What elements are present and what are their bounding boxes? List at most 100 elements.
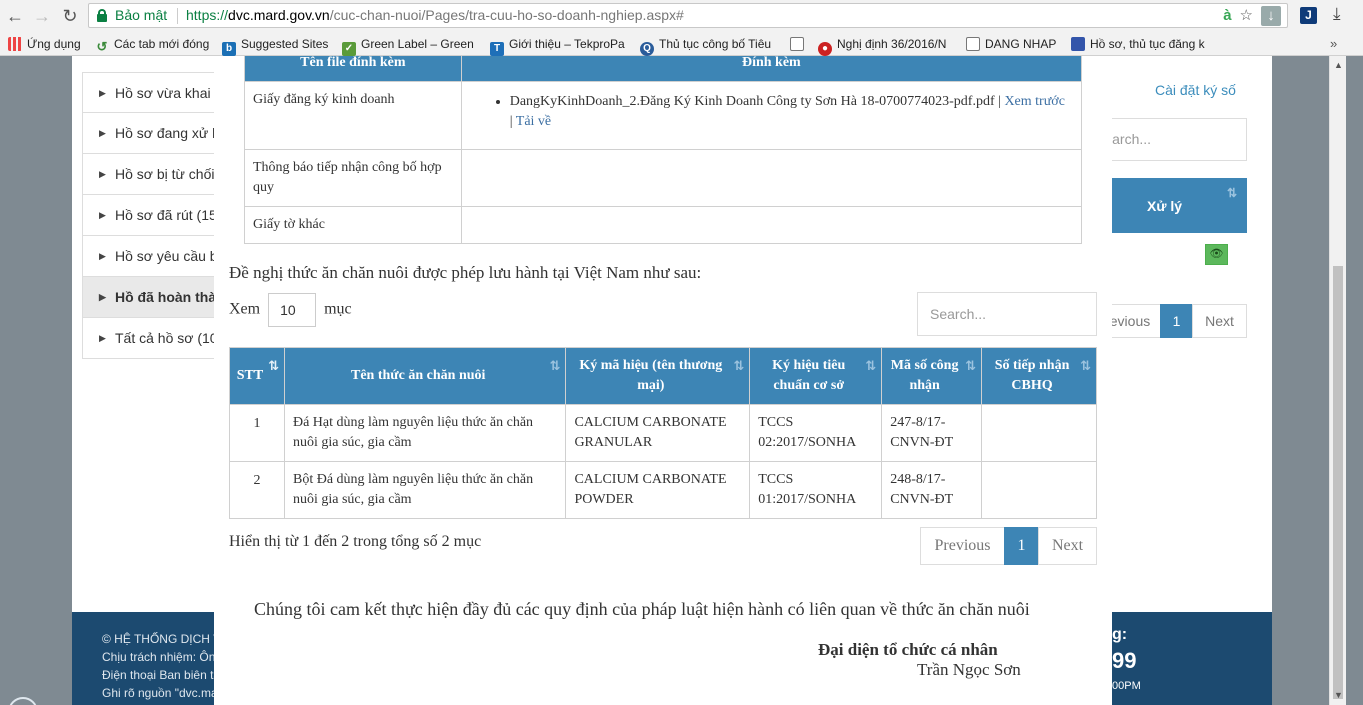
sign-settings-link[interactable]: Cài đặt ký số	[1155, 82, 1236, 98]
url-text[interactable]: https://dvc.mard.gov.vn/cuc-chan-nuoi/Pa…	[186, 4, 684, 27]
column-header-name[interactable]: Tên thức ăn chăn nuôi ⇅	[283, 347, 567, 405]
bookmark-page-1[interactable]	[790, 36, 810, 52]
column-header: Đính kèm	[460, 56, 1083, 82]
separator: |	[994, 94, 1005, 109]
secure-label: Bảo mật	[115, 7, 168, 23]
seal-icon: ●	[818, 42, 832, 56]
star-icon[interactable]: ☆	[1240, 4, 1253, 27]
footer-line: Điện thoại Ban biên tập	[102, 668, 227, 682]
name-cell: Bột Đá dùng làm nguyên liệu thức ăn chăn…	[283, 461, 567, 519]
column-header-code[interactable]: Ký mã hiệu (tên thương mại) ⇅	[565, 347, 751, 405]
representative-label: Đại diện tổ chức cá nhân	[818, 640, 998, 659]
background-next-button[interactable]: Next	[1192, 304, 1247, 338]
sidebar-item-supplement[interactable]: ▶Hồ sơ yêu cầu bổ sung	[82, 236, 232, 277]
sort-icon[interactable]: ⇅	[965, 357, 976, 377]
commitment-text: Chúng tôi cam kết thực hiện đầy đủ các q…	[254, 599, 1030, 619]
caret-right-icon: ▶	[99, 128, 106, 138]
background-page-1-button[interactable]: 1	[1160, 304, 1193, 338]
check-badge-icon: ✓	[342, 42, 356, 56]
scroll-down-icon[interactable]: ▼	[1334, 690, 1343, 700]
lock-icon	[97, 9, 107, 22]
preview-link[interactable]: Xem trước	[1004, 94, 1064, 109]
bookmark-green-label[interactable]: ✓ Green Label – Green F	[342, 36, 477, 56]
file-name: DangKyKinhDoanh_2.Đăng Ký Kinh Doanh Côn…	[509, 94, 995, 109]
extension-j-icon[interactable]: J	[1300, 7, 1317, 24]
download-link[interactable]: Tải về	[516, 114, 551, 129]
translate-icon[interactable]: à	[1223, 4, 1231, 27]
file-cell: DangKyKinhDoanh_2.Đăng Ký Kinh Doanh Côn…	[460, 81, 1083, 150]
view-eye-icon[interactable]: 👁	[1205, 244, 1228, 265]
sort-icon[interactable]: ⇅	[865, 357, 876, 377]
table-row: 2 Bột Đá dùng làm nguyên liệu thức ăn ch…	[229, 461, 1097, 519]
chevron-double-right-icon[interactable]: »	[1330, 36, 1337, 51]
next-button[interactable]: Next	[1038, 527, 1097, 565]
sidebar-item-rejected[interactable]: ▶ Hồ sơ bị từ chối	[82, 154, 232, 195]
footer-hours: 00PM	[1112, 680, 1141, 692]
file-type-cell: Giấy đăng ký kinh doanh	[244, 81, 462, 150]
code-cell: CALCIUM CARBONATE POWDER	[565, 461, 751, 519]
bookmark-recent-tabs[interactable]: ↺ Các tab mới đóng	[95, 36, 215, 54]
bing-icon: b	[222, 42, 236, 56]
scroll-up-icon[interactable]: ▲	[1334, 60, 1343, 70]
stt-cell: 2	[229, 461, 285, 519]
downloads-icon[interactable]: ⤓	[1333, 4, 1341, 24]
attachments-table: Tên file đính kèm Đính kèm Giấy đăng ký …	[244, 56, 1083, 244]
bookmark-tekpro[interactable]: T Giới thiệu – TekproPa	[490, 36, 626, 56]
column-header: Tên file đính kèm	[244, 56, 462, 82]
registration-cell: 247-8/17-CNVN-ĐT	[881, 404, 983, 462]
column-header-cbhq[interactable]: Số tiếp nhận CBHQ ⇅	[981, 347, 1097, 405]
caret-right-icon: ▶	[99, 251, 106, 261]
modal-search-input[interactable]: Search...	[917, 292, 1097, 336]
column-header-stt[interactable]: STT ⇅	[229, 347, 285, 405]
circle-icon	[8, 697, 38, 705]
page-length-suffix: mục	[324, 300, 352, 318]
download-indicator-icon[interactable]: ↓	[1261, 6, 1281, 26]
bookmark-ho-so[interactable]: Hồ sơ, thủ tục đăng k	[1071, 36, 1207, 52]
back-arrow-icon[interactable]: ←	[4, 5, 26, 27]
page-scrollbar[interactable]: ▲ ▼	[1329, 56, 1346, 705]
sort-icon[interactable]: ⇅	[733, 357, 744, 377]
signer-name: Trần Ngọc Sơn	[917, 660, 1021, 679]
sidebar-item-withdrawn[interactable]: ▶ Hồ sơ đã rút (15)	[82, 195, 232, 236]
cbhq-cell	[981, 461, 1097, 519]
sidebar-item-completed[interactable]: ▶ Hồ đã hoàn thành	[82, 277, 232, 318]
sort-icon[interactable]: ⇅	[1227, 186, 1237, 200]
bookmark-dang-nhap[interactable]: DANG NHAP	[966, 36, 1062, 52]
registration-cell: 248-8/17-CNVN-ĐT	[881, 461, 983, 519]
sidebar-item-processing[interactable]: ▶ Hồ sơ đang xử lý	[82, 113, 232, 154]
caret-right-icon: ▶	[99, 333, 106, 343]
caret-right-icon: ▶	[99, 292, 106, 302]
page-length-select[interactable]: 10	[268, 293, 317, 327]
history-icon: ↺	[96, 39, 108, 54]
caret-right-icon: ▶	[99, 210, 106, 220]
column-header-standard[interactable]: Ký hiệu tiêu chuẩn cơ sở ⇅	[749, 347, 883, 405]
page-icon	[966, 37, 980, 51]
caret-right-icon: ▶	[99, 169, 106, 179]
sort-icon[interactable]: ⇅	[550, 357, 561, 377]
q-logo-icon: Q	[640, 42, 654, 56]
background-search-input[interactable]: Search...	[1090, 118, 1247, 161]
bookmark-suggested[interactable]: b Suggested Sites	[222, 36, 334, 56]
bookmarks-bar: Ứng dụng ↺ Các tab mới đóng b Suggested Si…	[0, 32, 1363, 56]
page-1-button[interactable]: 1	[1004, 527, 1039, 565]
address-bar[interactable]: Bảo mật https://dvc.mard.gov.vn/cuc-chan…	[88, 3, 1288, 28]
sidebar-item-new[interactable]: ▶ Hồ sơ vừa khai báo	[82, 72, 232, 113]
request-heading: Đề nghị thức ăn chăn nuôi được phép lưu …	[229, 263, 702, 282]
bookmark-apps[interactable]: Ứng dụng	[8, 36, 86, 52]
sidebar-item-all[interactable]: ▶ Tất cả hồ sơ (10)	[82, 318, 232, 359]
forward-arrow-icon[interactable]: →	[31, 5, 53, 27]
table-row: Giấy đăng ký kinh doanh DangKyKinhDoanh_…	[244, 81, 1083, 150]
cbhq-cell	[981, 404, 1097, 462]
sort-icon[interactable]: ⇅	[1080, 357, 1091, 377]
scroll-thumb[interactable]	[1333, 266, 1343, 699]
table-row: 1 Đá Hạt dùng làm nguyên liệu thức ăn ch…	[229, 404, 1097, 462]
apps-grid-icon	[8, 37, 22, 51]
column-header-registration[interactable]: Mã số công nhận ⇅	[881, 347, 983, 405]
previous-button[interactable]: Previous	[920, 527, 1005, 565]
bookmark-thu-tuc[interactable]: Q Thủ tục công bố Tiêu	[640, 36, 775, 56]
page-icon	[1071, 37, 1085, 51]
reload-icon[interactable]: ↻	[59, 5, 81, 27]
detail-modal: Tên file đính kèm Đính kèm Giấy đăng ký …	[214, 56, 1112, 705]
sort-asc-icon[interactable]: ⇅	[268, 357, 279, 377]
bookmark-nghi-dinh[interactable]: ● Nghị định 36/2016/N	[818, 36, 955, 56]
